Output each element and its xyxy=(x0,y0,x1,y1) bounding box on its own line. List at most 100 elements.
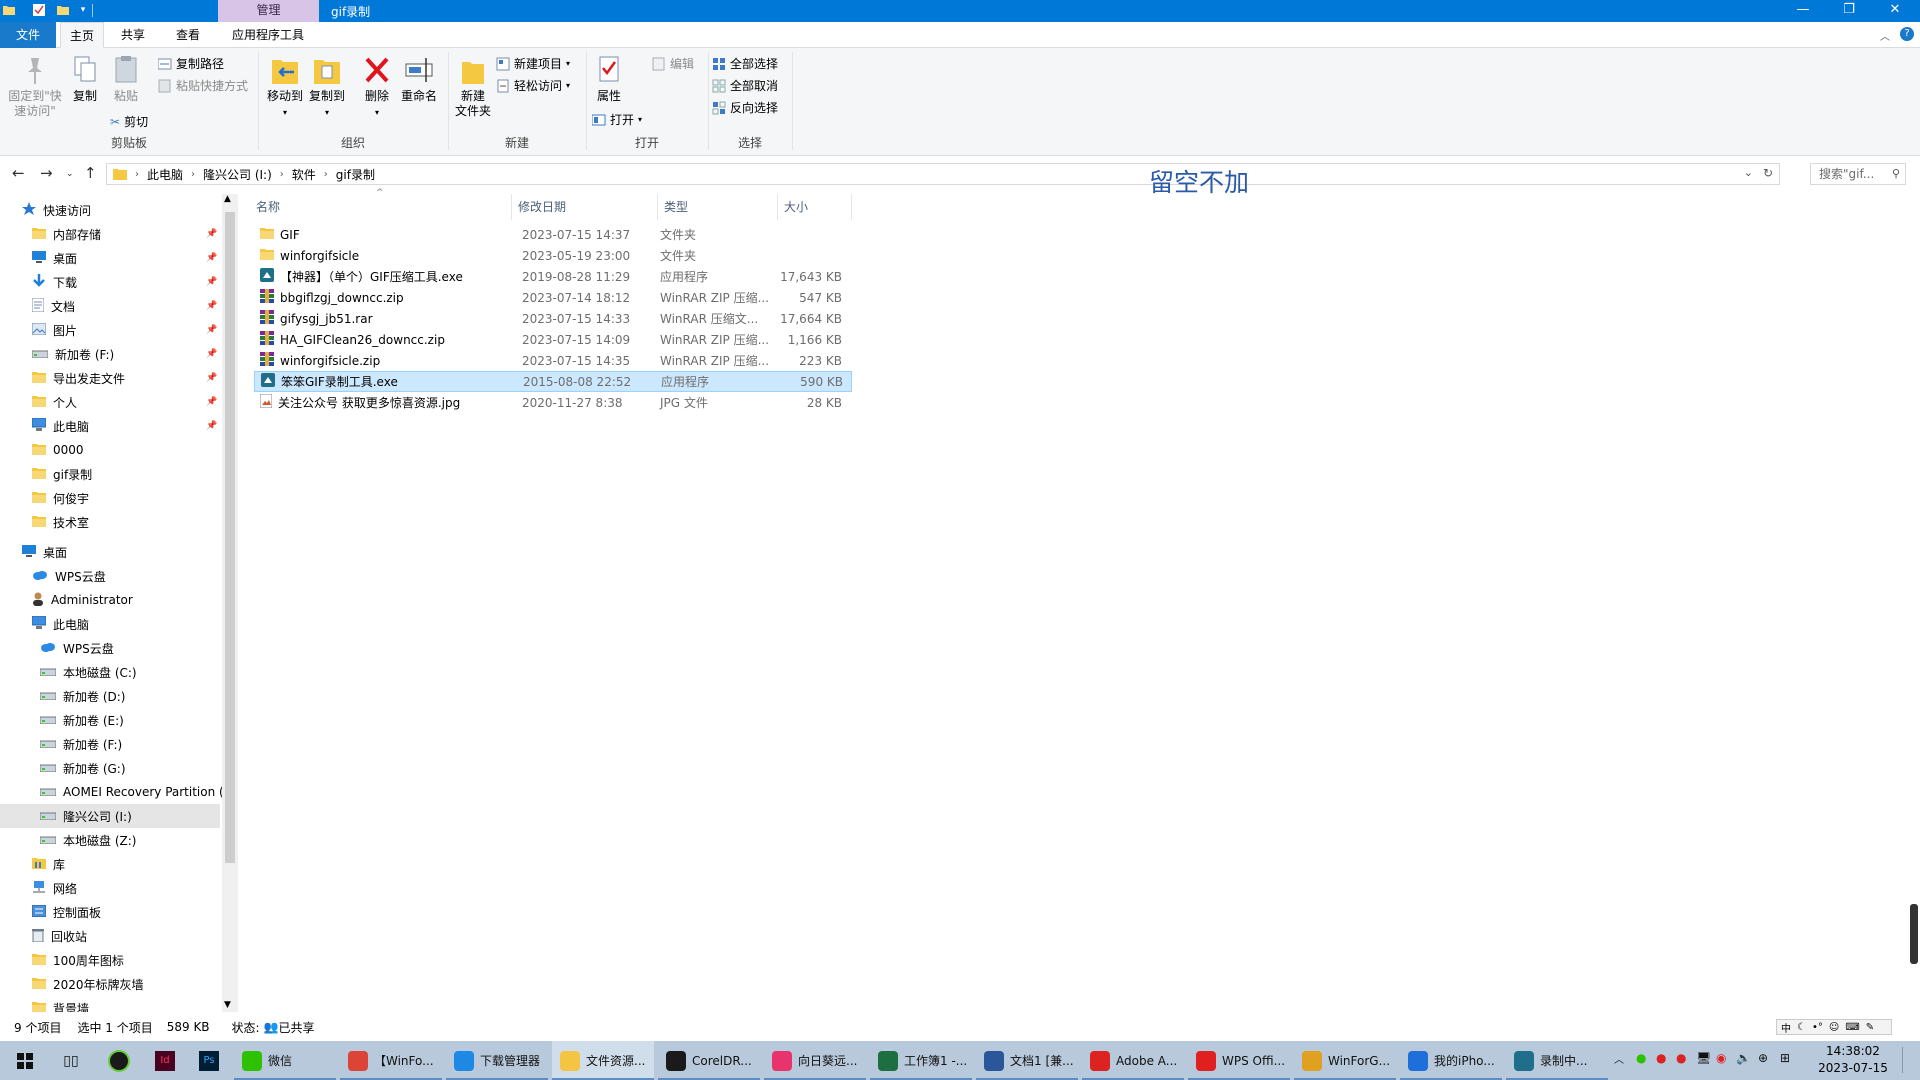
restore-button[interactable]: ❐ xyxy=(1826,0,1872,22)
file-row[interactable]: winforgifsicle 2023-05-19 23:00 文件夹 xyxy=(254,245,852,266)
sidebar-item[interactable]: AOMEI Recovery Partition ( xyxy=(0,780,224,804)
file-row[interactable]: 笨笨GIF录制工具.exe 2015-08-08 22:52 应用程序 590 KB xyxy=(254,371,852,392)
forward-arrow-icon[interactable]: → xyxy=(40,164,53,182)
column-header-name[interactable]: 名称 xyxy=(250,194,512,220)
context-tab-manage[interactable]: 管理 xyxy=(218,0,319,22)
file-row[interactable]: winforgifsicle.zip 2023-07-15 14:35 WinRAR… xyxy=(254,350,852,371)
sidebar-item[interactable]: 新加卷 (F:) xyxy=(0,732,220,756)
pinned-app-coreldraw[interactable] xyxy=(104,1041,134,1080)
sidebar-item[interactable]: 快速访问 xyxy=(0,198,220,222)
task-view-button[interactable]: ▯▯ xyxy=(56,1041,86,1080)
sidebar-item[interactable]: 技术室 xyxy=(0,510,220,534)
pinned-app-indesign[interactable]: Id xyxy=(150,1041,180,1080)
taskbar-app[interactable]: WPS Offi... xyxy=(1188,1041,1290,1080)
file-row[interactable]: bbgiflzgj_downcc.zip 2023-07-14 18:12 WinR… xyxy=(254,287,852,308)
open-button[interactable]: 打开 ▾ xyxy=(592,110,642,130)
pin-icon[interactable]: 📌 xyxy=(206,421,217,431)
pin-icon[interactable]: 📌 xyxy=(206,301,217,311)
sidebar-item[interactable]: 网络 xyxy=(0,876,220,900)
sidebar-item[interactable]: WPS云盘 xyxy=(0,636,220,660)
quick-access-dropdown-icon[interactable]: ▾ xyxy=(76,3,90,17)
breadcrumb-this-pc[interactable]: 此电脑 xyxy=(147,166,183,183)
sidebar-item[interactable]: 何俊宇 xyxy=(0,486,220,510)
new-folder-button[interactable]: 新建 文件夹 xyxy=(452,54,494,119)
properties-button[interactable]: 属性 xyxy=(588,54,630,104)
tab-share[interactable]: 共享 xyxy=(110,22,156,48)
invert-selection-button[interactable]: 反向选择 xyxy=(712,98,778,118)
edit-button[interactable]: 编辑 xyxy=(652,54,694,74)
tray-volume-icon[interactable]: 🔈 xyxy=(1736,1051,1751,1065)
tab-file[interactable]: 文件 xyxy=(0,22,56,48)
address-dropdown-icon[interactable]: ⌄ xyxy=(1744,166,1753,179)
sidebar-item[interactable]: 图片 📌 xyxy=(0,318,220,342)
cut-button[interactable]: ✂ 剪切 xyxy=(110,112,148,132)
sidebar-item[interactable]: 内部存储 📌 xyxy=(0,222,220,246)
sidebar-item[interactable]: 此电脑 xyxy=(0,612,220,636)
sidebar-item[interactable]: 库 xyxy=(0,852,220,876)
copy-to-button[interactable]: 复制到 ▾ xyxy=(306,54,348,120)
pin-quick-access-button[interactable]: 固定到"快 速访问" xyxy=(4,54,66,119)
pinned-app-photoshop[interactable]: Ps xyxy=(194,1041,224,1080)
pin-icon[interactable]: 📌 xyxy=(206,397,217,407)
sidebar-scrollbar[interactable]: ▲ ▼ xyxy=(222,194,238,1012)
sidebar-item[interactable]: Administrator xyxy=(0,588,220,612)
tray-qq2-icon[interactable]: ● xyxy=(1676,1051,1686,1065)
sidebar-item[interactable]: 下载 📌 xyxy=(0,270,220,294)
tray-antivirus-icon[interactable]: ◉ xyxy=(1716,1051,1726,1065)
scrollbar-thumb[interactable] xyxy=(225,212,235,863)
tray-qq-icon[interactable]: ● xyxy=(1656,1051,1666,1065)
pin-icon[interactable]: 📌 xyxy=(206,277,217,287)
clock[interactable]: 14:38:02 2023-07-15 xyxy=(1818,1043,1888,1077)
move-to-button[interactable]: 移动到 ▾ xyxy=(264,54,306,120)
column-header-date[interactable]: 修改日期 xyxy=(512,194,658,220)
sidebar-item[interactable]: 100周年图标 xyxy=(0,948,220,972)
pin-icon[interactable]: 📌 xyxy=(206,349,217,359)
tab-app-tools[interactable]: 应用程序工具 xyxy=(222,22,314,48)
ime-toolbar[interactable]: 中 ☾ •° ☺ ⌨ ✎ xyxy=(1776,1019,1892,1035)
file-row[interactable]: HA_GIFClean26_downcc.zip 2023-07-15 14:09… xyxy=(254,329,852,350)
collapse-ribbon-icon[interactable]: ︿ xyxy=(1880,28,1890,43)
taskbar-app[interactable]: WinForG... xyxy=(1294,1041,1396,1080)
up-arrow-icon[interactable]: ↑ xyxy=(84,164,97,182)
file-row[interactable]: 【神器】（单个）GIF压缩工具.exe 2019-08-28 11:29 应用程序 1… xyxy=(254,266,852,287)
tray-network-icon[interactable]: 🖥 xyxy=(1696,1051,1711,1065)
sidebar-item[interactable]: 新加卷 (F:) 📌 xyxy=(0,342,220,366)
breadcrumb-drive[interactable]: 隆兴公司 (I:) xyxy=(203,166,272,183)
sidebar-item[interactable]: gif录制 xyxy=(0,462,220,486)
easy-access-button[interactable]: 轻松访问 ▾ xyxy=(496,76,570,96)
scroll-down-icon[interactable]: ▼ xyxy=(224,1000,231,1010)
pin-icon[interactable]: 📌 xyxy=(206,373,217,383)
tray-ime-icon[interactable]: ⊞ xyxy=(1780,1051,1790,1065)
address-bar[interactable]: › 此电脑 › 隆兴公司 (I:) › 软件 › gif录制 留空不加 ⌄ ↻ xyxy=(106,163,1780,197)
recent-locations-icon[interactable]: ⌄ xyxy=(66,169,74,179)
taskbar-app[interactable]: Adobe A... xyxy=(1082,1041,1184,1080)
help-icon[interactable]: ? xyxy=(1900,27,1914,41)
taskbar-app[interactable]: 向日葵远... xyxy=(764,1041,866,1080)
breadcrumb-gif[interactable]: gif录制 xyxy=(336,166,375,183)
show-desktop-button[interactable] xyxy=(1902,1047,1916,1073)
select-all-button[interactable]: 全部选择 xyxy=(712,54,778,74)
sidebar-item[interactable]: 桌面 📌 xyxy=(0,246,220,270)
paste-shortcut-button[interactable]: 粘贴快捷方式 xyxy=(158,76,248,96)
tray-wechat-icon[interactable]: ● xyxy=(1636,1051,1646,1065)
sidebar-item[interactable]: 桌面 xyxy=(0,540,220,564)
file-row[interactable]: GIF 2023-07-15 14:37 文件夹 xyxy=(254,224,852,245)
select-none-button[interactable]: 全部取消 xyxy=(712,76,778,96)
taskbar-app[interactable]: 文档1 [兼... xyxy=(976,1041,1078,1080)
start-button[interactable] xyxy=(10,1041,40,1080)
new-folder-quick-icon[interactable] xyxy=(56,3,70,17)
sidebar-item[interactable]: 0000 xyxy=(0,438,220,462)
taskbar-app[interactable]: 【WinFo... xyxy=(340,1041,442,1080)
column-header-size[interactable]: 大小 xyxy=(778,194,852,220)
pin-icon[interactable]: 📌 xyxy=(206,229,217,239)
paste-button[interactable]: 粘贴 xyxy=(106,54,146,104)
sidebar-item[interactable]: 新加卷 (D:) xyxy=(0,684,220,708)
rename-button[interactable]: 重命名 xyxy=(398,54,440,104)
refresh-icon[interactable]: ↻ xyxy=(1763,166,1773,180)
tab-home[interactable]: 主页 xyxy=(60,22,104,48)
file-row[interactable]: 关注公众号 获取更多惊喜资源.jpg 2020-11-27 8:38 JPG 文件 2… xyxy=(254,392,852,413)
sidebar-item[interactable]: 控制面板 xyxy=(0,900,220,924)
taskbar-app[interactable]: 我的iPho... xyxy=(1400,1041,1502,1080)
tray-overflow-icon[interactable]: ︿ xyxy=(1614,1051,1624,1066)
taskbar-app[interactable]: 工作簿1 -... xyxy=(870,1041,972,1080)
